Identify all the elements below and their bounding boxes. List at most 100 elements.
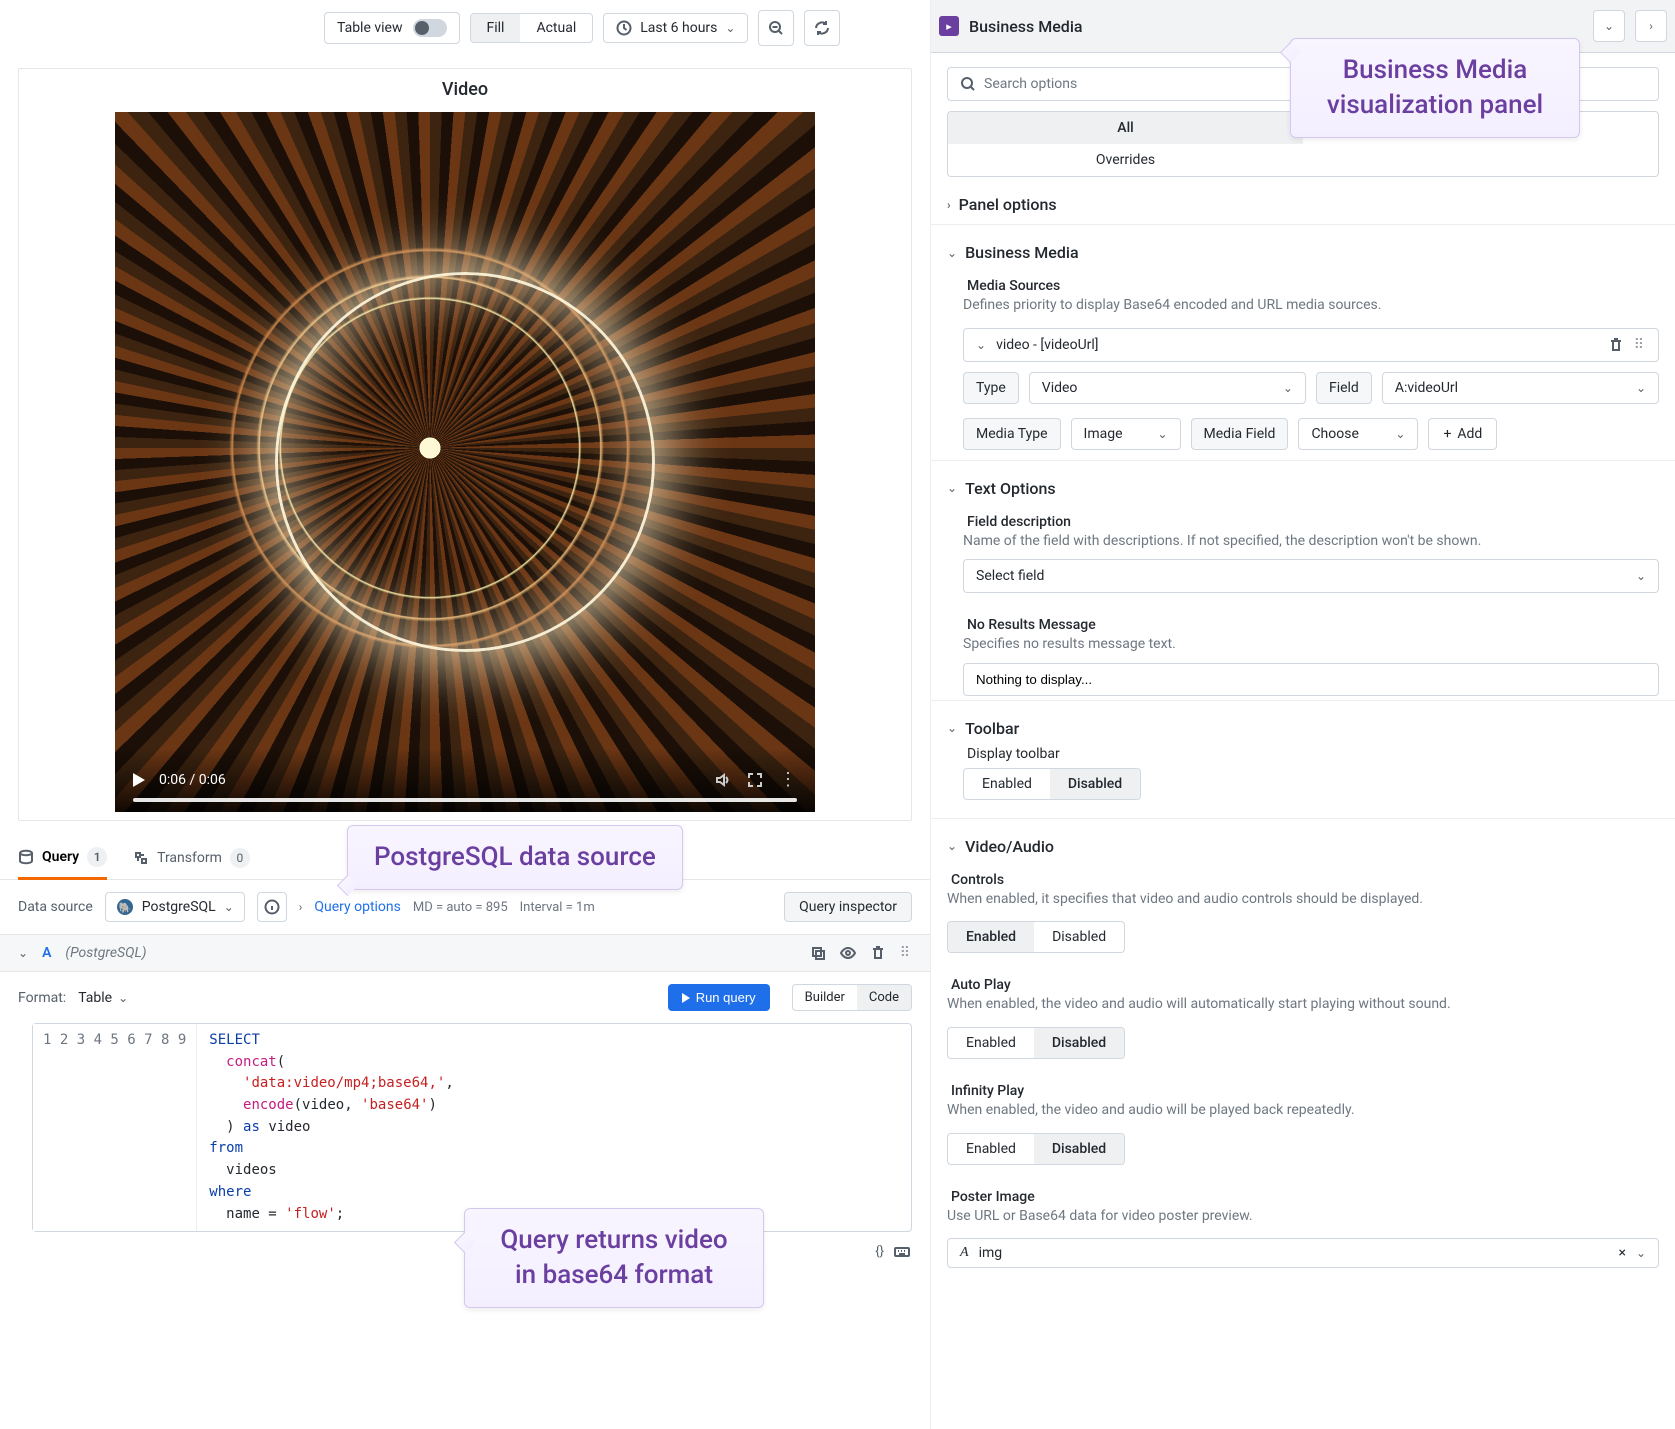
media-sources-desc: Defines priority to display Base64 encod… [963, 296, 1659, 324]
infinity-disabled[interactable]: Disabled [1034, 1134, 1124, 1164]
nores-title: No Results Message [963, 607, 1659, 635]
drag-handle-icon[interactable]: ⠿ [1634, 337, 1646, 353]
controls-disabled[interactable]: Disabled [1034, 922, 1124, 952]
zoom-out-icon [768, 20, 784, 36]
collapse-query-icon[interactable]: ⌄ [18, 946, 28, 960]
refresh-button[interactable] [804, 10, 840, 46]
toolbar-enabled[interactable]: Enabled [964, 769, 1050, 799]
datasource-settings-button[interactable] [257, 892, 287, 922]
md-info: MD = auto = 895 [413, 900, 508, 915]
viz-name: Business Media [969, 17, 1083, 36]
chevron-down-icon: ⌄ [1636, 1246, 1646, 1260]
chevron-down-icon: ⌄ [118, 991, 128, 1005]
query-ref-label[interactable]: A [42, 945, 51, 961]
media-type-select[interactable]: Image⌄ [1071, 418, 1181, 450]
controls-enabled[interactable]: Enabled [948, 922, 1034, 952]
section-panel-options[interactable]: ›Panel options [947, 189, 1659, 220]
video-controls: 0:06 / 0:06 ⋮ [115, 748, 815, 812]
autoplay-enabled[interactable]: Enabled [948, 1028, 1034, 1058]
controls-toggle: Enabled Disabled [947, 921, 1125, 953]
section-business-media[interactable]: ⌄Business Media [947, 237, 1659, 268]
clear-icon[interactable]: × [1618, 1245, 1625, 1261]
video-panel: Video 0:06 / 0:06 ⋮ [18, 68, 912, 821]
viz-collapse-button[interactable]: ⌄ [1593, 10, 1625, 42]
tab-all[interactable]: All [948, 112, 1303, 144]
fullscreen-icon[interactable] [747, 772, 763, 788]
autoplay-disabled[interactable]: Disabled [1034, 1028, 1124, 1058]
toolbar-disabled[interactable]: Disabled [1050, 769, 1140, 799]
actual-button[interactable]: Actual [520, 14, 592, 42]
transform-icon [133, 850, 149, 866]
transform-count-badge: 0 [230, 848, 250, 868]
section-toolbar[interactable]: ⌄Toolbar [947, 713, 1659, 744]
search-icon [960, 76, 976, 92]
keyboard-icon[interactable] [894, 1244, 910, 1260]
tab-transform[interactable]: Transform 0 [133, 840, 250, 878]
video-player[interactable]: 0:06 / 0:06 ⋮ [115, 112, 815, 812]
format-label: Format: [18, 990, 66, 1006]
autoplay-title: Auto Play [947, 967, 1659, 995]
plus-icon: + [1443, 426, 1451, 442]
viz-next-button[interactable]: › [1635, 10, 1667, 42]
tab-overrides[interactable]: Overrides [948, 144, 1303, 176]
media-field-label: Media Field [1191, 418, 1289, 450]
trash-icon[interactable] [870, 945, 886, 961]
query-inspector-button[interactable]: Query inspector [784, 892, 912, 922]
builder-tab[interactable]: Builder [793, 985, 857, 1010]
field-select[interactable]: A:videoUrl⌄ [1382, 372, 1659, 404]
controls-title: Controls [947, 862, 1659, 890]
poster-select[interactable]: A img × ⌄ [947, 1238, 1659, 1268]
chevron-right-icon: › [299, 900, 303, 914]
postgres-icon: 🐘 [116, 898, 134, 916]
media-field-select[interactable]: Choose⌄ [1298, 418, 1418, 450]
interval-info: Interval = 1m [520, 900, 595, 915]
builder-code-segment: Builder Code [792, 984, 912, 1011]
infinity-title: Infinity Play [947, 1073, 1659, 1101]
media-source-item[interactable]: ⌄ video - [videoUrl] ⠿ [963, 328, 1659, 362]
volume-icon[interactable] [715, 772, 731, 788]
controls-desc: When enabled, it specifies that video an… [947, 890, 1659, 918]
query-ds-name: (PostgreSQL) [65, 945, 146, 961]
table-view-label: Table view [337, 20, 403, 36]
tab-query[interactable]: Query 1 [18, 839, 107, 880]
format-select[interactable]: Table ⌄ [78, 990, 128, 1006]
play-icon[interactable] [133, 773, 145, 787]
sql-code[interactable]: SELECT concat( 'data:video/mp4;base64,',… [197, 1024, 911, 1231]
infinity-enabled[interactable]: Enabled [948, 1134, 1034, 1164]
trash-icon[interactable] [1608, 337, 1624, 353]
brace-indicator[interactable]: {} [875, 1244, 884, 1260]
section-text-options[interactable]: ⌄Text Options [947, 473, 1659, 504]
add-source-button[interactable]: +Add [1428, 418, 1497, 450]
display-toolbar-title: Display toolbar [963, 744, 1659, 764]
refresh-icon [814, 20, 830, 36]
duplicate-icon[interactable] [810, 945, 826, 961]
table-view-toggle[interactable]: Table view [324, 12, 460, 44]
poster-desc: Use URL or Base64 data for video poster … [947, 1207, 1659, 1235]
fill-button[interactable]: Fill [471, 14, 521, 42]
toolbar-toggle: Enabled Disabled [963, 768, 1141, 800]
query-options-link[interactable]: Query options [314, 899, 401, 915]
sql-editor[interactable]: 1 2 3 4 5 6 7 8 9 SELECT concat( 'data:v… [32, 1023, 912, 1232]
autoplay-desc: When enabled, the video and audio will a… [947, 995, 1659, 1023]
viz-plugin-icon [939, 16, 959, 36]
text-type-icon: A [960, 1245, 969, 1261]
data-source-select[interactable]: 🐘 PostgreSQL ⌄ [105, 892, 245, 922]
field-desc-select[interactable]: Select field⌄ [963, 559, 1659, 593]
zoom-out-button[interactable] [758, 10, 794, 46]
time-range-picker[interactable]: Last 6 hours ⌄ [603, 13, 748, 43]
infinity-desc: When enabled, the video and audio will b… [947, 1101, 1659, 1129]
poster-title: Poster Image [947, 1179, 1659, 1207]
section-video-audio[interactable]: ⌄Video/Audio [947, 831, 1659, 862]
time-display: 0:06 / 0:06 [159, 772, 226, 788]
video-progress[interactable] [133, 798, 797, 802]
line-gutter: 1 2 3 4 5 6 7 8 9 [33, 1024, 197, 1231]
drag-handle-icon[interactable]: ⠿ [900, 945, 912, 961]
callout-base64: Query returns video in base64 format [464, 1208, 764, 1308]
eye-icon[interactable] [840, 945, 856, 961]
run-query-button[interactable]: Run query [668, 984, 770, 1011]
type-select[interactable]: Video⌄ [1029, 372, 1306, 404]
nores-input[interactable] [963, 663, 1659, 696]
code-tab[interactable]: Code [857, 985, 911, 1010]
autoplay-toggle: Enabled Disabled [947, 1027, 1125, 1059]
chevron-down-icon: ⌄ [976, 338, 986, 352]
